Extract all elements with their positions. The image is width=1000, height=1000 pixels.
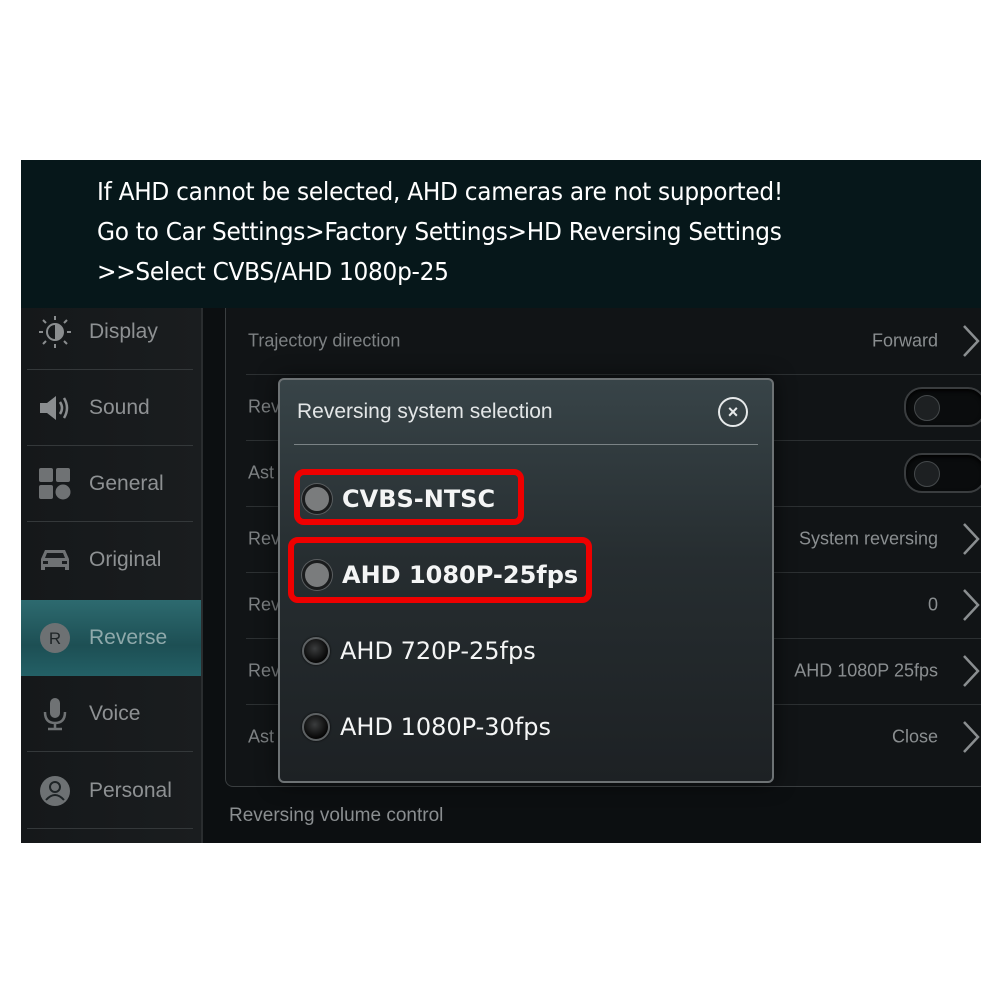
sidebar-item-original[interactable]: Original — [21, 522, 201, 598]
option-label: CVBS-NTSC — [342, 485, 496, 513]
speaker-icon — [37, 390, 73, 426]
toggle-switch[interactable] — [904, 387, 981, 427]
radio-button[interactable] — [302, 560, 332, 590]
reverse-r-icon: R — [37, 620, 73, 656]
svg-text:R: R — [49, 629, 61, 648]
row-value: 0 — [927, 594, 938, 615]
chevron-right-icon — [963, 721, 980, 753]
row-label: Rev — [248, 594, 281, 615]
option-label: AHD 1080P-25fps — [342, 561, 579, 589]
option-ahd-1080p-30fps[interactable]: AHD 1080P-30fps — [302, 713, 551, 741]
banner-line-2: Go to Car Settings>Factory Settings>HD R… — [97, 217, 782, 246]
row-label: Trajectory direction — [248, 330, 401, 351]
toggle-switch[interactable] — [904, 453, 981, 493]
chevron-right-icon — [963, 589, 980, 621]
banner-line-3: >>Select CVBS/AHD 1080p-25 — [97, 257, 449, 286]
option-label: AHD 720P-25fps — [340, 637, 536, 665]
row-label: Ast — [248, 726, 275, 747]
option-ahd-1080p-25fps[interactable]: AHD 1080P-25fps — [302, 560, 578, 590]
dialog-title: Reversing system selection — [297, 400, 553, 423]
divider — [27, 751, 193, 752]
chevron-right-icon — [963, 325, 980, 357]
row-label: Ast — [248, 462, 275, 483]
radio-button[interactable] — [302, 637, 330, 665]
sidebar-item-reverse[interactable]: R Reverse — [21, 600, 201, 676]
microphone-icon — [37, 696, 73, 732]
chevron-right-icon — [963, 655, 980, 687]
row-label: Rev — [248, 396, 281, 417]
row-value: Forward — [871, 330, 938, 351]
toggle-knob — [914, 461, 940, 487]
divider — [27, 828, 193, 829]
option-cvbs-ntsc[interactable]: CVBS-NTSC — [302, 484, 495, 514]
reversing-volume-control-label[interactable]: Reversing volume control — [229, 805, 443, 827]
row-value: Close — [891, 726, 938, 747]
row-label: Rev — [248, 660, 281, 681]
sidebar-item-personal[interactable]: Personal — [21, 753, 201, 829]
radio-button[interactable] — [302, 713, 330, 741]
instruction-banner: If AHD cannot be selected, AHD cameras a… — [21, 160, 981, 308]
row-value: System reversing — [798, 528, 938, 549]
grid-icon — [37, 466, 73, 502]
option-ahd-720p-25fps[interactable]: AHD 720P-25fps — [302, 637, 536, 665]
sidebar-item-label: Reverse — [89, 626, 168, 649]
toggle-knob — [914, 395, 940, 421]
reversing-system-dialog: Reversing system selection × CVBS-NTSC A… — [278, 378, 774, 783]
divider — [294, 444, 758, 445]
sidebar-item-label: Sound — [89, 396, 150, 419]
sidebar-item-label: Personal — [89, 779, 172, 802]
sidebar-item-voice[interactable]: Voice — [21, 676, 201, 752]
car-icon — [37, 542, 73, 578]
sidebar-item-label: Display — [89, 320, 158, 343]
brightness-icon — [37, 314, 73, 350]
user-icon — [37, 773, 73, 809]
sidebar-item-general[interactable]: General — [21, 446, 201, 522]
close-circle-icon[interactable]: × — [718, 397, 748, 427]
sidebar-item-label: Voice — [89, 702, 141, 725]
option-label: AHD 1080P-30fps — [340, 713, 551, 741]
banner-line-1: If AHD cannot be selected, AHD cameras a… — [97, 177, 783, 206]
row-label: Rev — [248, 528, 281, 549]
setting-row-trajectory-direction[interactable]: Trajectory direction Forward — [246, 308, 981, 375]
screen-frame: If AHD cannot be selected, AHD cameras a… — [21, 160, 981, 843]
sidebar-item-label: General — [89, 472, 164, 495]
chevron-right-icon — [963, 523, 980, 555]
radio-button[interactable] — [302, 484, 332, 514]
row-value: AHD 1080P 25fps — [794, 660, 938, 681]
settings-sidebar: Display Sound General Original R Reverse… — [21, 308, 203, 843]
sidebar-item-label: Original — [89, 548, 162, 571]
sidebar-item-sound[interactable]: Sound — [21, 370, 201, 446]
sidebar-item-display[interactable]: Display — [21, 294, 201, 370]
